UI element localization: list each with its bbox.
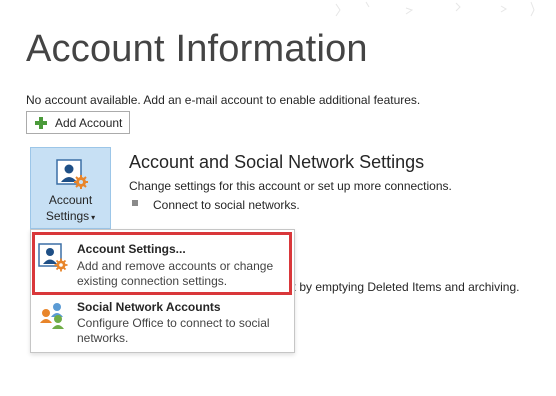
header-decoration bbox=[335, 1, 535, 17]
section-heading: Account and Social Network Settings bbox=[129, 152, 425, 172]
social-network-icon bbox=[40, 303, 64, 329]
page-title: Account Information bbox=[26, 28, 368, 70]
account-gear-icon bbox=[56, 159, 88, 189]
plus-icon bbox=[35, 116, 47, 129]
account-settings-button[interactable]: Account Settings ▾ bbox=[30, 147, 111, 229]
account-settings-icon bbox=[38, 243, 68, 272]
social-networks-bullet: Connect to social networks. bbox=[153, 198, 300, 212]
add-account-label: Add Account bbox=[55, 115, 123, 130]
menu-item-account-settings[interactable]: Account Settings... Add and remove accou… bbox=[31, 232, 294, 290]
account-settings-dropdown: Account Settings... Add and remove accou… bbox=[30, 229, 295, 353]
mailbox-cleanup-text: x by emptying Deleted Items and archivin… bbox=[290, 280, 520, 294]
menu-item-title: Account Settings... bbox=[77, 242, 186, 256]
menu-item-description: Add and remove accounts or change existi… bbox=[77, 259, 274, 288]
account-tile-label-line2: Settings ▾ bbox=[31, 209, 110, 223]
menu-item-description: Configure Office to connect to social ne… bbox=[77, 316, 270, 345]
section-description: Change settings for this account or set … bbox=[129, 179, 452, 193]
menu-item-title: Social Network Accounts bbox=[77, 300, 221, 314]
menu-item-social-network-accounts[interactable]: Social Network Accounts Configure Office… bbox=[31, 294, 294, 350]
account-tile-label-line2-text: Settings bbox=[45, 209, 90, 223]
bullet-icon bbox=[132, 200, 138, 206]
add-account-button[interactable]: Add Account bbox=[26, 111, 130, 134]
chevron-down-icon: ▾ bbox=[91, 213, 96, 222]
account-tile-label-line1: Account bbox=[48, 193, 93, 207]
page-subtitle: No account available. Add an e-mail acco… bbox=[26, 93, 421, 107]
